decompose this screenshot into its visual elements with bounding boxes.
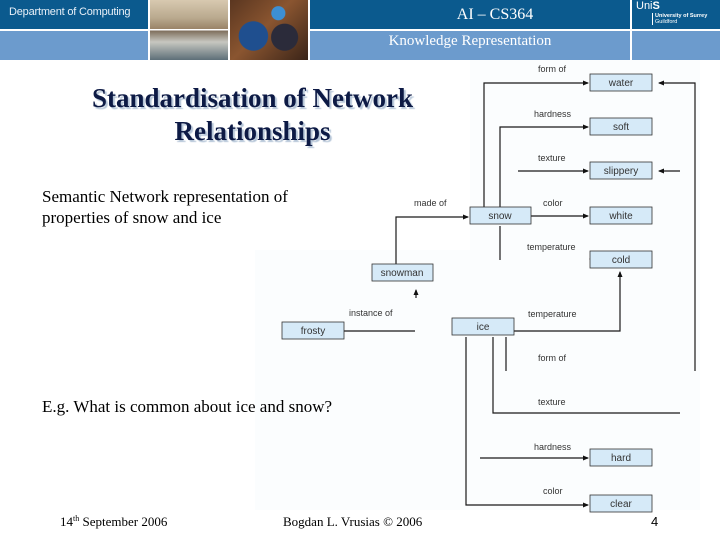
svg-text:clear: clear [610,499,632,510]
page-number: 4 [651,514,659,529]
svg-text:soft: soft [613,122,629,133]
svg-text:hard: hard [611,453,631,464]
university-place: Guildford [652,19,707,25]
node-clear[interactable]: clear [589,494,653,513]
node-snow[interactable]: snow [469,206,532,225]
svg-text:cold: cold [612,255,630,266]
svg-text:frosty: frosty [301,326,325,337]
intro-text: Semantic Network representation of prope… [42,187,288,227]
node-water[interactable]: water [589,73,653,92]
footer-date: 14th September 2006 [60,514,168,529]
header-banner: Department of Computing AI – CS364 Knowl… [0,0,720,60]
footer-author: Bogdan L. Vrusias © 2006 [283,514,423,529]
course-code: AI – CS364 [456,6,534,23]
students-photo [228,0,310,60]
computer-lab-photo [148,0,230,60]
course-subject: Knowledge Representation [388,33,552,49]
question-text: E.g. What is common about ice and snow? [42,397,333,416]
diagram-background [470,60,700,510]
unis-logo-mark: UniS [636,0,660,12]
node-cold[interactable]: cold [589,250,653,269]
university-logo: UniS University of Surrey Guildford [636,1,707,25]
slide-title: Standardisation of Network Relationships [91,83,414,146]
svg-text:slippery: slippery [604,166,638,177]
label-snowman-made-of: made of [414,198,447,208]
node-soft[interactable]: soft [589,117,653,136]
node-snowman[interactable]: snowman [371,263,434,282]
diagram-background-lower [255,250,475,510]
node-ice[interactable]: ice [451,317,515,336]
svg-text:ice: ice [477,322,490,333]
node-hard[interactable]: hard [589,448,653,467]
node-white[interactable]: white [589,206,653,225]
logo-divider [630,0,632,60]
svg-text:white: white [608,211,633,222]
svg-text:snow: snow [488,211,512,222]
svg-text:water: water [608,78,634,89]
node-slippery[interactable]: slippery [589,161,653,180]
node-frosty[interactable]: frosty [281,321,345,340]
svg-text:snowman: snowman [381,268,424,279]
department-label: Department of Computing [9,6,131,18]
